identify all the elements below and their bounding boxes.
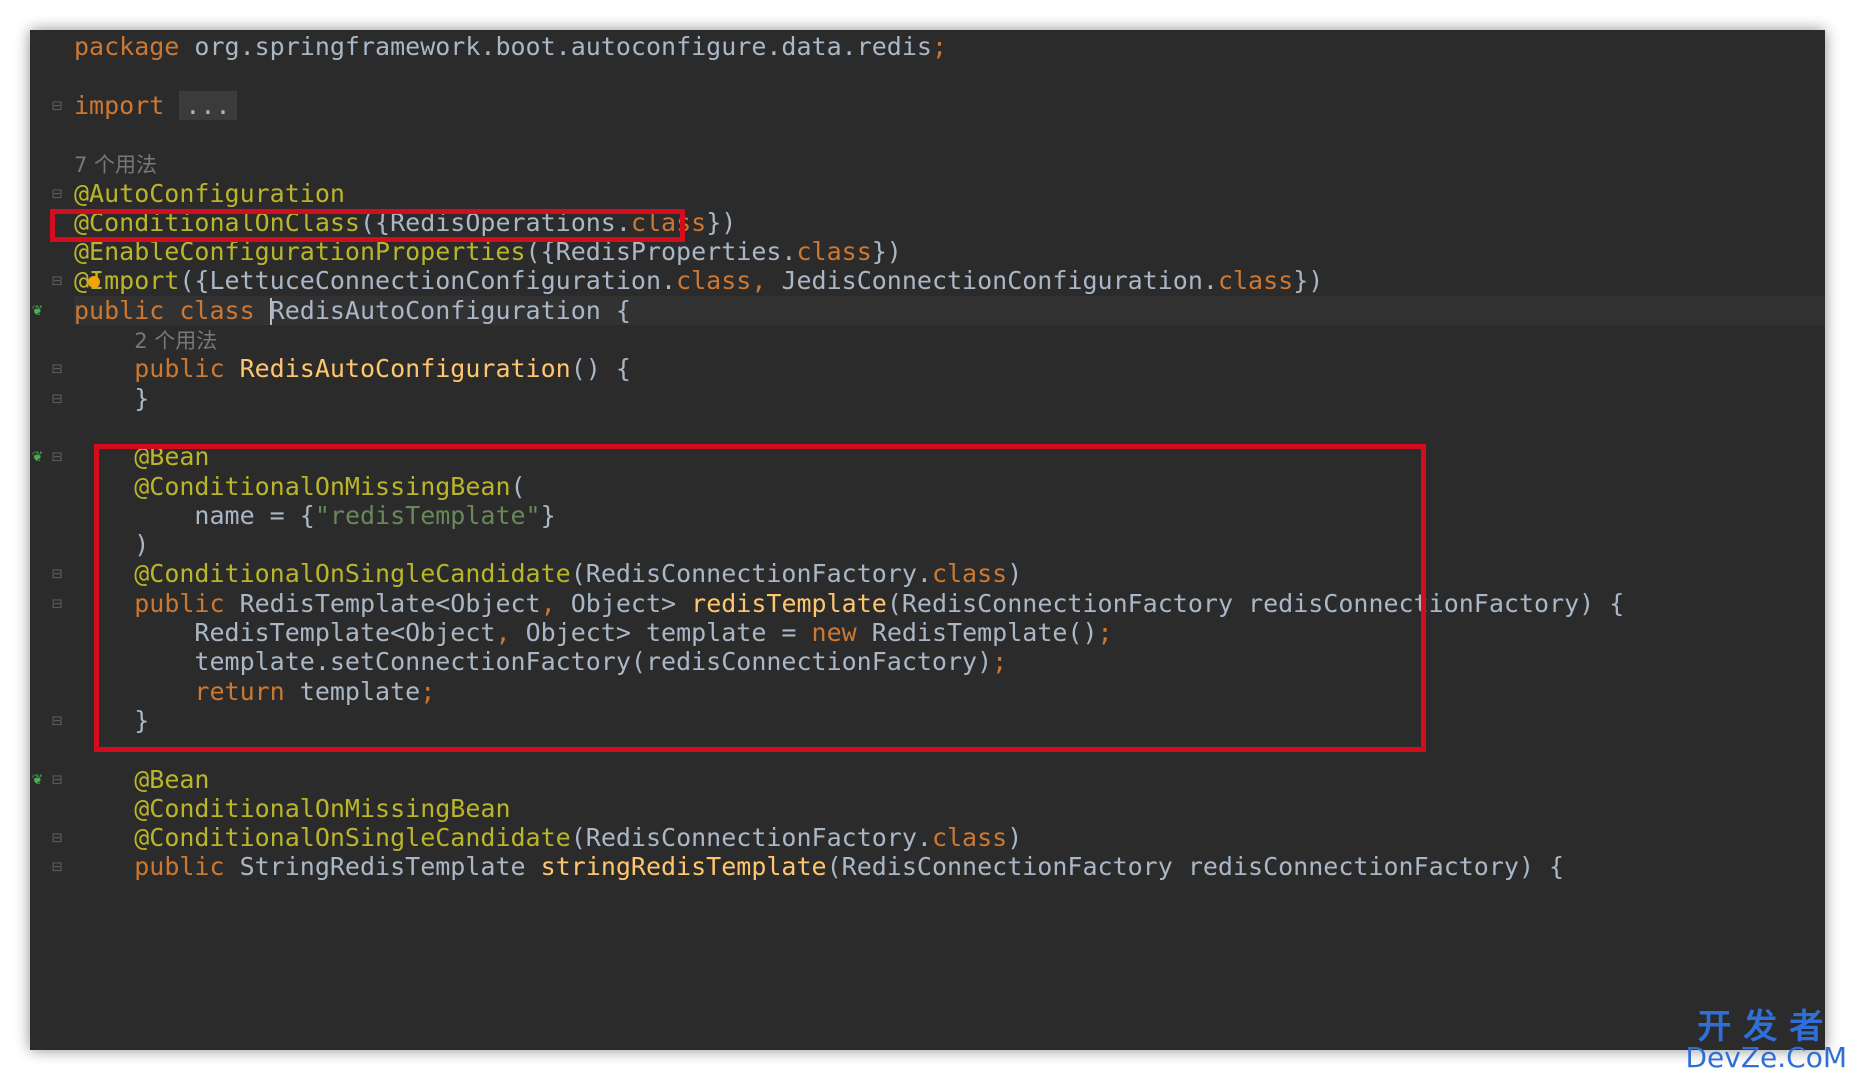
code-token: @AutoConfiguration — [74, 178, 345, 208]
code-line[interactable] — [74, 61, 1825, 90]
code-token: RedisAutoConfiguration — [269, 295, 601, 325]
code-token: @ConditionalOnSingleCandidate — [134, 823, 571, 853]
fold-icon[interactable]: ⊟ — [52, 564, 62, 584]
code-token: JedisConnectionConfiguration. — [781, 266, 1218, 296]
fold-icon[interactable]: ⊟ — [52, 271, 62, 291]
fold-icon[interactable]: ⊟ — [52, 447, 62, 467]
code-token: @ConditionalOnMissingBean — [134, 793, 511, 823]
code-token: org.springframework.boot.autoconfigure.d… — [194, 32, 932, 61]
code-line[interactable]: 2 个用法 — [74, 325, 1825, 354]
usages-hint[interactable]: 7 个用法 — [74, 153, 157, 177]
code-token: () { — [570, 354, 631, 384]
code-token: class — [931, 823, 1008, 853]
code-token: }) — [1293, 266, 1324, 296]
code-line[interactable] — [74, 413, 1825, 442]
code-token: @Bean — [134, 764, 210, 794]
code-token: public — [134, 354, 240, 384]
code-line[interactable]: @ConditionalOnMissingBean — [74, 794, 1825, 823]
fold-icon[interactable]: ⊟ — [52, 96, 62, 116]
code-token: import — [74, 90, 180, 120]
code-token: ({LettuceConnectionConfiguration. — [179, 266, 677, 296]
code-token: package — [74, 32, 195, 61]
fold-icon[interactable]: ⊟ — [52, 711, 62, 731]
code-line[interactable] — [74, 120, 1825, 149]
code-token: public — [134, 852, 240, 882]
bean-gutter-icon[interactable]: ❦ — [32, 446, 42, 466]
code-token: stringRedisTemplate — [540, 852, 827, 882]
fold-icon[interactable]: ⊟ — [52, 594, 62, 614]
code-token: class — [676, 266, 752, 296]
fold-icon[interactable]: ⊟ — [52, 389, 62, 409]
code-line[interactable]: @Import({LettuceConnectionConfiguration.… — [74, 266, 1825, 295]
code-token: ; — [931, 32, 947, 61]
bean-gutter-icon[interactable]: ❦ — [32, 769, 42, 789]
code-token: } — [134, 383, 150, 413]
code-line[interactable]: package org.springframework.boot.autocon… — [74, 32, 1825, 61]
code-token: }) — [871, 237, 902, 267]
fold-icon[interactable]: ⊟ — [52, 359, 62, 379]
code-line[interactable]: 7 个用法 — [74, 149, 1825, 178]
code-token: RedisAutoConfiguration — [239, 354, 571, 384]
code-token: (RedisConnectionFactory. — [570, 823, 932, 853]
fold-icon[interactable]: ⊟ — [52, 184, 62, 204]
code-line[interactable]: import ... — [74, 90, 1825, 120]
bean-gutter-icon[interactable]: ❦ — [32, 300, 42, 320]
fold-icon[interactable]: ⊟ — [52, 828, 62, 848]
code-token: { — [600, 295, 631, 325]
code-line[interactable]: @AutoConfiguration — [74, 179, 1825, 208]
usages-hint[interactable]: 2 个用法 — [134, 329, 217, 353]
code-line[interactable]: public RedisAutoConfiguration() { — [74, 354, 1825, 383]
watermark-logo: 开发者 DevZe.CoM — [1685, 1010, 1847, 1072]
code-line[interactable]: @Bean — [74, 765, 1825, 794]
code-editor[interactable]: package org.springframework.boot.autocon… — [30, 30, 1825, 1050]
highlight-box-conditional-on-class — [50, 209, 685, 242]
code-line[interactable]: } — [74, 384, 1825, 413]
fold-icon[interactable]: ⊟ — [52, 770, 62, 790]
highlight-box-redis-template-bean — [94, 444, 1426, 752]
watermark-cn-text: 开发者 — [1697, 1007, 1836, 1047]
fold-icon[interactable]: ⊟ — [52, 857, 62, 877]
code-line[interactable]: @ConditionalOnSingleCandidate(RedisConne… — [74, 823, 1825, 852]
code-line[interactable]: public class RedisAutoConfiguration { — [74, 295, 1825, 326]
code-line[interactable]: public StringRedisTemplate stringRedisTe… — [74, 852, 1825, 881]
code-token: , — [751, 266, 782, 296]
code-token: }) — [706, 207, 737, 237]
code-token: class — [796, 237, 872, 267]
code-token: StringRedisTemplate — [239, 852, 541, 882]
code-token: public class — [74, 295, 270, 325]
watermark-en-text: DevZe.CoM — [1685, 1041, 1847, 1074]
folded-imports[interactable]: ... — [179, 90, 237, 120]
code-token: ) — [1007, 823, 1023, 853]
code-token: (RedisConnectionFactory redisConnectionF… — [826, 852, 1565, 882]
code-token: class — [1217, 266, 1294, 296]
